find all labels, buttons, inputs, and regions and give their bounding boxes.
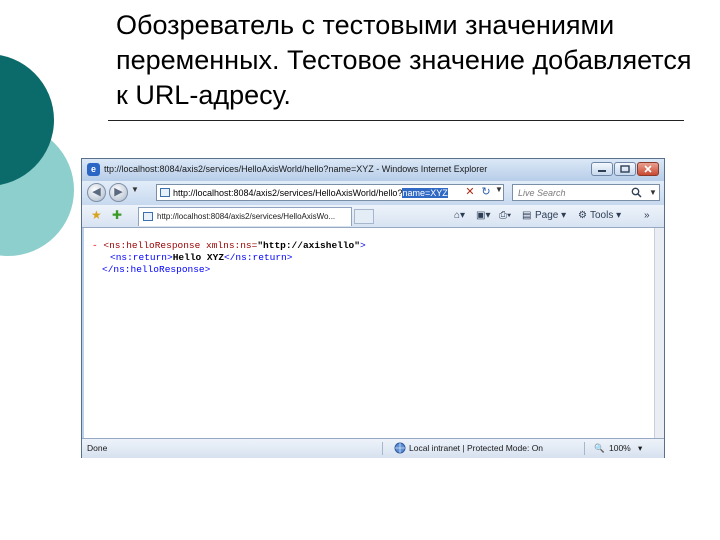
address-input[interactable]: http://localhost:8084/axis2/services/Hel… <box>156 184 504 201</box>
ie-window: e ttp://localhost:8084/axis2/services/He… <box>81 158 665 458</box>
status-divider <box>584 442 585 455</box>
url-selected-query: name=XYZ <box>402 188 448 198</box>
xml-line-response-open: - <ns:helloResponse xmlns:ns="http://axi… <box>92 240 366 252</box>
zoom-dropdown-icon[interactable]: ▾ <box>638 443 642 454</box>
xml-response-close: </ns:helloResponse> <box>102 264 211 275</box>
tools-gear-icon[interactable]: ⚙ <box>578 209 587 223</box>
title-divider <box>108 120 684 121</box>
maximize-button[interactable] <box>614 162 636 176</box>
xml-return-text: Hello XYZ <box>172 252 225 263</box>
xml-line-return: <ns:return>Hello XYZ</ns:return> <box>110 252 292 264</box>
page-icon <box>160 188 170 197</box>
minimize-button[interactable] <box>591 162 613 176</box>
feeds-icon[interactable]: ▣▾ <box>476 209 490 223</box>
page-menu-label: Page <box>535 210 559 221</box>
xml-line-response-close: </ns:helloResponse> <box>102 264 210 276</box>
back-button[interactable]: ◀ <box>87 183 106 202</box>
address-bar-row: ◀ ▶ ▼ http://localhost:8084/axis2/servic… <box>82 181 664 205</box>
back-arrow-icon: ◀ <box>92 186 101 198</box>
xml-attr-value: "http://axishello" <box>257 240 360 251</box>
security-zone[interactable]: Local intranet | Protected Mode: On <box>409 443 543 453</box>
tools-menu-label: Tools <box>590 210 614 221</box>
slide-title: Обозреватель с тестовыми значениями пере… <box>116 10 692 110</box>
minimize-icon <box>598 170 606 172</box>
status-bar: Done Local intranet | Protected Mode: On… <box>82 438 664 458</box>
home-icon[interactable]: ⌂▾ <box>454 209 465 223</box>
xml-attr: xmlns:ns= <box>200 240 258 251</box>
window-titlebar: e ttp://localhost:8084/axis2/services/He… <box>82 159 664 181</box>
status-divider <box>382 442 383 455</box>
print-icon[interactable]: ⎙▾ <box>499 209 511 223</box>
refresh-button[interactable]: ↻ <box>478 184 494 200</box>
tab-current[interactable]: http://localhost:8084/axis2/services/Hel… <box>138 207 352 226</box>
page-content: - <ns:helloResponse xmlns:ns="http://axi… <box>84 228 654 438</box>
zoom-level[interactable]: 100% <box>609 443 631 453</box>
intranet-globe-icon <box>394 442 406 454</box>
tools-menu[interactable]: Tools ▾ <box>590 209 621 223</box>
xml-return-close: </ns:return> <box>224 252 293 263</box>
stop-icon: ✕ <box>465 186 475 198</box>
ie-logo-icon: e <box>87 163 100 176</box>
tab-page-icon <box>143 212 153 221</box>
forward-arrow-icon: ▶ <box>114 186 123 198</box>
zoom-icon[interactable]: 🔍 <box>594 443 605 454</box>
collapse-toggle[interactable]: - <box>92 240 98 251</box>
xml-open-tag: <ns:helloResponse <box>103 240 201 251</box>
close-icon <box>644 165 652 173</box>
url-prefix: http://localhost:8084/axis2/services/Hel… <box>173 188 403 198</box>
status-text: Done <box>87 443 108 453</box>
vertical-scrollbar[interactable] <box>654 228 664 438</box>
new-tab-button[interactable] <box>354 209 374 224</box>
address-dropdown-icon[interactable]: ▼ <box>495 185 503 194</box>
history-dropdown-icon[interactable]: ▼ <box>131 185 139 194</box>
stop-button[interactable]: ✕ <box>462 184 478 200</box>
window-title: ttp://localhost:8084/axis2/services/Hell… <box>104 164 488 174</box>
address-url: http://localhost:8084/axis2/services/Hel… <box>173 188 448 198</box>
xml-return-open: <ns:return> <box>110 252 173 263</box>
page-menu[interactable]: Page ▾ <box>535 209 566 223</box>
refresh-icon: ↻ <box>481 186 491 198</box>
xml-bracket: > <box>359 240 366 251</box>
page-icon[interactable]: ▤ <box>522 209 531 223</box>
close-button[interactable] <box>637 162 659 176</box>
tab-bar: ★ ✚ http://localhost:8084/axis2/services… <box>82 205 664 228</box>
search-icon[interactable] <box>631 187 642 198</box>
search-input[interactable]: Live Search ▼ <box>512 184 660 201</box>
maximize-icon <box>620 165 630 173</box>
more-tools-icon[interactable]: » <box>644 209 650 223</box>
forward-button[interactable]: ▶ <box>109 183 128 202</box>
favorites-star-icon[interactable]: ★ <box>91 209 102 222</box>
tab-label: http://localhost:8084/axis2/services/Hel… <box>157 212 336 221</box>
search-placeholder: Live Search <box>518 188 566 198</box>
add-favorites-icon[interactable]: ✚ <box>112 209 122 222</box>
search-dropdown-icon[interactable]: ▼ <box>649 188 657 197</box>
